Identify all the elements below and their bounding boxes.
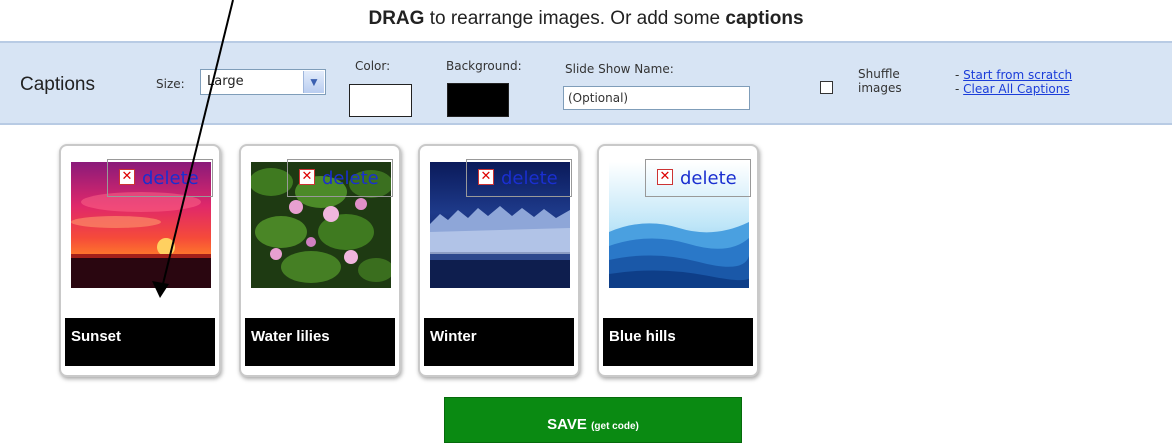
background-label: Background:: [446, 59, 522, 73]
headline-text: to rearrange images. Or add some: [424, 8, 726, 29]
caption-label[interactable]: Winter: [424, 318, 574, 366]
delete-button[interactable]: ✕ delete: [645, 159, 751, 197]
delete-button[interactable]: ✕ delete: [287, 159, 393, 197]
delete-label: delete: [322, 168, 379, 189]
size-select[interactable]: Large ▼: [200, 69, 326, 95]
toolbar-title: Captions: [20, 74, 95, 95]
close-icon: ✕: [657, 169, 673, 185]
caption-label[interactable]: Water lilies: [245, 318, 395, 366]
image-card[interactable]: ✕ delete Blue hills: [597, 144, 759, 377]
image-card[interactable]: ✕ delete Winter: [418, 144, 580, 377]
delete-button[interactable]: ✕ delete: [466, 159, 572, 197]
caption-label[interactable]: Blue hills: [603, 318, 753, 366]
color-label: Color:: [355, 59, 391, 73]
slideshow-name-label: Slide Show Name:: [565, 62, 674, 76]
toolbar-links: - Start from scratch - Clear All Caption…: [955, 68, 1073, 96]
start-from-scratch-link[interactable]: Start from scratch: [963, 68, 1072, 82]
close-icon: ✕: [119, 169, 135, 185]
save-button[interactable]: SAVE (get code): [444, 397, 742, 443]
delete-label: delete: [680, 168, 737, 189]
slideshow-name-input[interactable]: (Optional): [563, 86, 750, 110]
save-label: SAVE: [547, 416, 587, 433]
chevron-down-icon[interactable]: ▼: [303, 71, 324, 93]
page-instructions: DRAG to rearrange images. Or add some ca…: [0, 8, 1172, 30]
image-card[interactable]: ✕ delete Water lilies: [239, 144, 401, 377]
background-swatch[interactable]: [447, 83, 509, 117]
caption-label[interactable]: Sunset: [65, 318, 215, 366]
headline-captions: captions: [725, 8, 804, 29]
close-icon: ✕: [299, 169, 315, 185]
size-select-value: Large: [207, 74, 244, 89]
delete-button[interactable]: ✕ delete: [107, 159, 213, 197]
shuffle-checkbox[interactable]: [820, 81, 833, 94]
shuffle-label-line1: Shuffle: [858, 67, 900, 81]
save-sublabel: (get code): [591, 421, 639, 432]
shuffle-label-line2: images: [858, 81, 902, 95]
clear-all-captions-link[interactable]: Clear All Captions: [963, 82, 1069, 96]
color-swatch[interactable]: [349, 84, 412, 117]
delete-label: delete: [142, 168, 199, 189]
size-label: Size:: [156, 77, 185, 91]
image-card[interactable]: ✕ delete Sunset: [59, 144, 221, 377]
close-icon: ✕: [478, 169, 494, 185]
shuffle-label: Shuffle images: [858, 67, 902, 95]
captions-toolbar: Captions Size: Large ▼ Color: Background…: [0, 41, 1172, 125]
delete-label: delete: [501, 168, 558, 189]
headline-drag: DRAG: [368, 8, 425, 29]
